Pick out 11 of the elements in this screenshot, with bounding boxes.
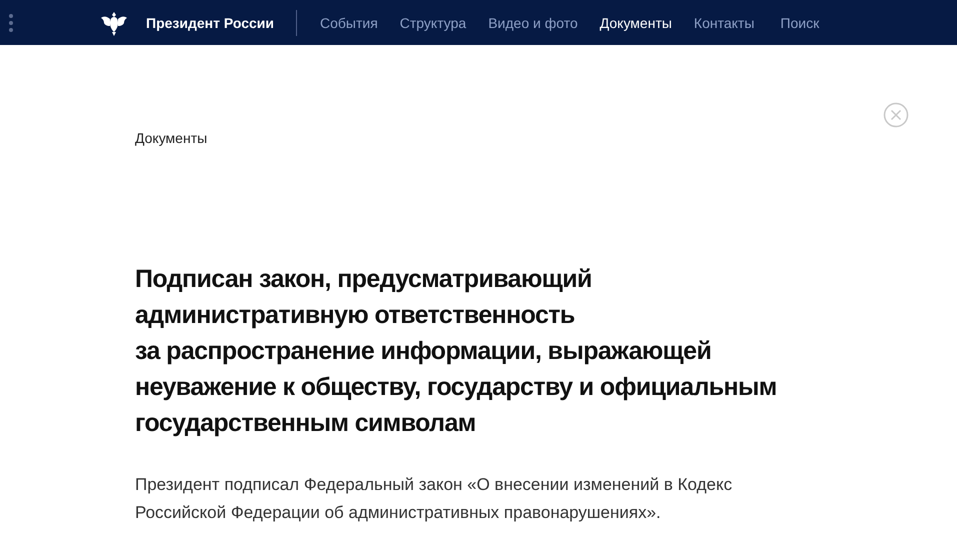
article-title: Подписан закон, предусматривающий административную ответственность за распространение информации, выражающей неуважение к обществу, государству и официальным государственным символам	[135, 264, 778, 439]
nav-link[interactable]: События	[308, 14, 389, 30]
menu-icon[interactable]	[8, 12, 14, 32]
site-title-link[interactable]: Президент России	[146, 14, 274, 30]
article-lead: Президент подписал Федеральный закон «О внесении изменений в Кодекс Российской Федерации об административных правонарушениях».	[135, 474, 734, 524]
nav-link[interactable]: Структура	[388, 14, 478, 30]
breadcrumb-link[interactable]: Документы	[135, 130, 957, 146]
nav-link[interactable]: Видео и фото	[477, 14, 589, 30]
nav-link[interactable]: Поиск	[765, 14, 830, 30]
nav-link[interactable]: Документы	[588, 14, 683, 30]
nav-link[interactable]: Контакты	[682, 14, 766, 30]
